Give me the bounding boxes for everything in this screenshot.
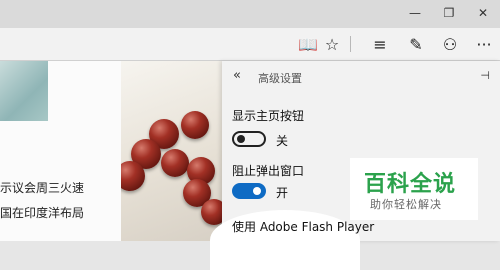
minimize-button[interactable]: — bbox=[404, 3, 426, 23]
popup-block-toggle[interactable] bbox=[232, 183, 266, 199]
flash-setting-label: 使用 Adobe Flash Player bbox=[232, 220, 375, 234]
watermark-main-text: 百科全说 bbox=[364, 172, 457, 197]
popup-block-toggle-state: 开 bbox=[276, 186, 289, 200]
home-button-toggle[interactable] bbox=[232, 131, 266, 147]
article-headline-1[interactable]: 示议会周三火速 bbox=[0, 179, 84, 196]
reading-view-icon[interactable]: 📖 bbox=[296, 32, 320, 56]
restore-button[interactable]: ❐ bbox=[438, 3, 460, 23]
share-icon[interactable]: ⚇ bbox=[438, 32, 462, 56]
more-icon[interactable]: ··· bbox=[472, 32, 496, 56]
home-button-setting-label: 显示主页按钮 bbox=[232, 109, 305, 123]
panel-title: 高级设置 bbox=[258, 72, 302, 85]
web-note-icon[interactable]: ✎ bbox=[404, 32, 428, 56]
favorite-star-icon[interactable]: ☆ bbox=[320, 32, 344, 56]
watermark-sub-text: 助你轻松解决 bbox=[370, 198, 442, 211]
article-headline-2[interactable]: 国在印度洋布局 bbox=[0, 204, 84, 221]
home-button-toggle-state: 关 bbox=[276, 134, 289, 148]
beads-photo[interactable] bbox=[121, 61, 222, 241]
pin-icon[interactable]: ⊣ bbox=[480, 69, 490, 82]
bead bbox=[161, 149, 189, 177]
bead bbox=[181, 111, 209, 139]
browser-toolbar: 📖 ☆ ≡ ✎ ⚇ ··· bbox=[0, 28, 500, 61]
web-content: 示议会周三火速 国在印度洋布局 bbox=[0, 61, 222, 241]
bead bbox=[121, 161, 145, 191]
toolbar-separator bbox=[350, 36, 351, 52]
hub-icon[interactable]: ≡ bbox=[368, 32, 392, 56]
bead bbox=[201, 199, 222, 225]
close-button[interactable]: ✕ bbox=[472, 3, 494, 23]
watermark-logo: 百科全说 助你轻松解决 bbox=[350, 158, 478, 220]
article-thumbnail[interactable] bbox=[0, 61, 48, 121]
title-bar: — ❐ ✕ bbox=[0, 0, 500, 28]
popup-block-setting-label: 阻止弹出窗口 bbox=[232, 164, 305, 178]
back-chevron-icon[interactable]: « bbox=[233, 68, 241, 83]
